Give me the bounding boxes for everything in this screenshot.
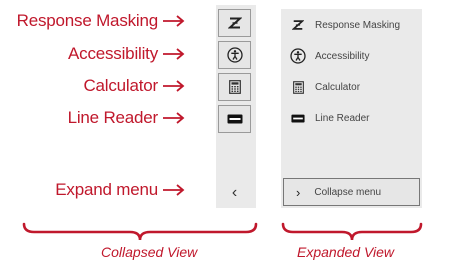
arrow-right-icon	[163, 15, 185, 27]
menu-item-label: Response Masking	[315, 19, 401, 31]
callout-label: Response Masking	[16, 11, 159, 30]
callout-label: Calculator	[83, 76, 158, 95]
callout-expand-menu: Expand menu	[55, 176, 186, 204]
response-masking-icon	[289, 16, 307, 34]
menu-item-label: Line Reader	[315, 112, 370, 124]
chevron-left-icon: ‹	[231, 184, 238, 201]
line-reader-icon	[289, 109, 307, 127]
expanded-view-brace	[281, 222, 423, 241]
collapsed-view-brace	[22, 222, 258, 241]
collapsed-tool-panel: ‹	[216, 5, 256, 208]
expand-menu-button[interactable]: ‹	[218, 179, 251, 207]
expanded-tool-panel: Response Masking Accessibility Calculato…	[281, 9, 422, 208]
arrow-right-icon	[163, 80, 185, 92]
response-masking-button[interactable]	[218, 9, 251, 37]
accessibility-icon	[226, 47, 243, 63]
calculator-icon	[289, 78, 307, 96]
arrow-right-icon	[163, 48, 185, 60]
arrow-right-icon	[163, 112, 185, 124]
line-reader-icon	[227, 114, 242, 124]
calculator-button[interactable]	[218, 73, 251, 101]
expanded-view-caption: Expanded View	[297, 244, 395, 260]
accessibility-button[interactable]	[218, 41, 251, 69]
callout-label: Accessibility	[68, 44, 158, 63]
menu-item-calculator[interactable]: Calculator	[289, 75, 360, 99]
menu-item-line-reader[interactable]: Line Reader	[289, 106, 369, 130]
collapse-menu-label: Collapse menu	[314, 186, 382, 198]
chevron-right-icon: ›	[296, 184, 301, 200]
calculator-icon	[228, 80, 241, 94]
arrow-right-icon	[163, 184, 185, 196]
menu-item-label: Accessibility	[315, 50, 370, 62]
callout-accessibility: Accessibility	[68, 40, 186, 68]
callout-calculator: Calculator	[83, 72, 186, 100]
menu-item-response-masking[interactable]: Response Masking	[289, 13, 400, 37]
menu-item-label: Calculator	[315, 81, 361, 93]
line-reader-button[interactable]	[218, 105, 251, 133]
callout-line-reader: Line Reader	[68, 104, 186, 132]
callout-response-masking: Response Masking	[17, 7, 186, 35]
accessibility-icon	[289, 47, 307, 65]
collapse-menu-button[interactable]: › Collapse menu	[283, 178, 420, 206]
collapsed-view-caption: Collapsed View	[101, 244, 198, 260]
callout-label: Line Reader	[67, 108, 159, 127]
response-masking-icon	[227, 17, 242, 29]
menu-item-accessibility[interactable]: Accessibility	[289, 44, 369, 68]
callout-label: Expand menu	[55, 180, 158, 199]
